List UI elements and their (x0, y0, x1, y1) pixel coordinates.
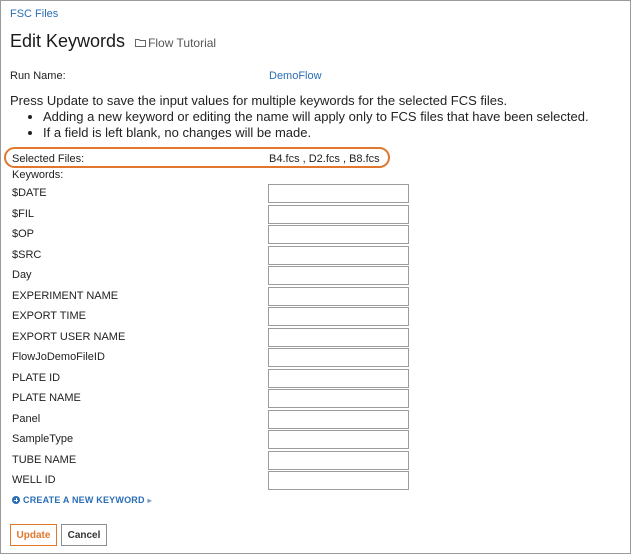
keyword-name: $DATE (12, 187, 47, 199)
keyword-row: WELL ID (1, 471, 631, 490)
keyword-value-input[interactable] (268, 184, 409, 203)
keyword-name: FlowJoDemoFileID (12, 351, 105, 363)
keyword-value-input[interactable] (268, 389, 409, 408)
create-new-keyword-label: CREATE A NEW KEYWORD (23, 495, 145, 505)
keyword-name: $FIL (12, 208, 35, 220)
keyword-name: TUBE NAME (12, 454, 77, 466)
create-new-keyword-link[interactable]: CREATE A NEW KEYWORD ▸ (12, 495, 152, 505)
keyword-name: Panel (12, 413, 41, 425)
page-title: Edit Keywords (10, 31, 126, 51)
keyword-value-input[interactable] (268, 471, 409, 490)
keyword-value-input[interactable] (268, 225, 409, 244)
keyword-row: $OP (1, 225, 631, 244)
run-name-label: Run Name: (10, 70, 66, 82)
instructions-list: Adding a new keyword or editing the name… (10, 109, 625, 141)
keyword-value-input[interactable] (268, 451, 409, 470)
keyword-value-input[interactable] (268, 369, 409, 388)
keyword-row: $FIL (1, 205, 631, 224)
keyword-name: EXPERIMENT NAME (12, 290, 119, 302)
keyword-name: $SRC (12, 249, 42, 261)
keyword-value-input[interactable] (268, 410, 409, 429)
keyword-row: EXPORT TIME (1, 307, 631, 326)
keywords-heading: Keywords: (12, 169, 64, 181)
edit-keywords-panel: FSC Files Edit Keywords Flow Tutorial Ru… (0, 0, 631, 554)
selected-files-value: B4.fcs , D2.fcs , B8.fcs (269, 153, 380, 165)
keyword-name: SampleType (12, 433, 74, 445)
keyword-value-input[interactable] (268, 430, 409, 449)
keyword-row: EXPERIMENT NAME (1, 287, 631, 306)
update-button[interactable]: Update (10, 524, 57, 546)
keyword-value-input[interactable] (268, 348, 409, 367)
keyword-name: EXPORT USER NAME (12, 331, 126, 343)
keyword-value-input[interactable] (268, 205, 409, 224)
keyword-row: Day (1, 266, 631, 285)
keyword-name: $OP (12, 228, 35, 240)
keyword-row: $DATE (1, 184, 631, 203)
keyword-row: Panel (1, 410, 631, 429)
folder-label: Flow Tutorial (148, 35, 217, 50)
folder-icon (135, 39, 147, 47)
keyword-name: EXPORT TIME (12, 310, 86, 322)
run-name-link[interactable]: DemoFlow (269, 70, 322, 82)
keyword-row: PLATE ID (1, 369, 631, 388)
keyword-name: Day (12, 269, 32, 281)
keyword-value-input[interactable] (268, 328, 409, 347)
keyword-row: SampleType (1, 430, 631, 449)
keyword-value-input[interactable] (268, 266, 409, 285)
keyword-row: FlowJoDemoFileID (1, 348, 631, 367)
keyword-name: WELL ID (12, 474, 56, 486)
caret-right-icon: ▸ (147, 495, 152, 505)
folder-link[interactable]: Flow Tutorial (135, 36, 216, 50)
breadcrumb-fsc-files[interactable]: FSC Files (10, 8, 58, 20)
instructions: Press Update to save the input values fo… (10, 93, 625, 141)
keyword-value-input[interactable] (268, 246, 409, 265)
title-row: Edit Keywords Flow Tutorial (10, 31, 216, 52)
keyword-value-input[interactable] (268, 307, 409, 326)
instructions-bullet: If a field is left blank, no changes wil… (43, 125, 625, 141)
keyword-value-input[interactable] (268, 287, 409, 306)
instructions-intro: Press Update to save the input values fo… (10, 93, 508, 108)
plus-circle-icon (12, 496, 20, 504)
instructions-bullet: Adding a new keyword or editing the name… (43, 109, 625, 125)
keyword-name: PLATE NAME (12, 392, 81, 404)
keyword-row: TUBE NAME (1, 451, 631, 470)
keyword-name: PLATE ID (12, 372, 61, 384)
keyword-row: EXPORT USER NAME (1, 328, 631, 347)
keyword-row: PLATE NAME (1, 389, 631, 408)
selected-files-label: Selected Files: (12, 153, 85, 165)
cancel-button[interactable]: Cancel (61, 524, 107, 546)
keyword-row: $SRC (1, 246, 631, 265)
